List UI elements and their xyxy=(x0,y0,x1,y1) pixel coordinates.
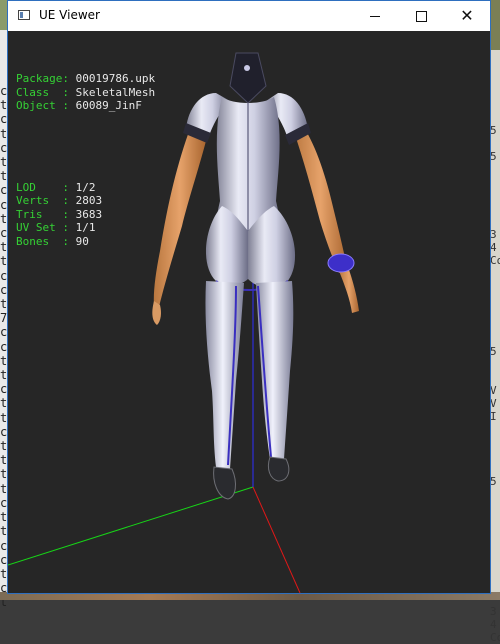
axis-y-line xyxy=(8,486,254,566)
info-separator: : xyxy=(62,99,76,112)
info-label: Class xyxy=(16,85,63,99)
info-value: 90 xyxy=(75,234,89,248)
right-forearm xyxy=(339,267,359,313)
mesh-info-overlay: Package: 00019786.upk Class : SkeletalMes… xyxy=(16,45,155,275)
right-leg xyxy=(256,281,294,459)
info-row: Tris : 3683 xyxy=(16,208,155,222)
info-label: UV Set xyxy=(16,221,63,234)
info-label: Tris xyxy=(16,207,63,221)
info-separator: : xyxy=(62,194,76,207)
right-wristband xyxy=(327,253,355,273)
info-row: UV Set : 1/1 xyxy=(16,221,155,235)
info-label: Bones xyxy=(16,234,63,248)
close-button[interactable]: ✕ xyxy=(444,1,490,31)
maximize-icon xyxy=(415,10,427,22)
maximize-button[interactable] xyxy=(398,1,444,31)
info-value: 3683 xyxy=(75,207,103,221)
info-row: LOD : 1/2 xyxy=(16,181,155,195)
left-hand xyxy=(152,301,161,325)
info-separator: : xyxy=(62,221,76,234)
collar-emblem xyxy=(244,65,250,71)
package-info-block: Package: 00019786.upk Class : SkeletalMes… xyxy=(16,72,155,113)
window-icon[interactable] xyxy=(18,10,30,20)
info-separator: : xyxy=(62,180,76,194)
info-row: Bones : 90 xyxy=(16,235,155,249)
info-value: 00019786.upk xyxy=(75,72,156,85)
ue-viewer-window: UE Viewer ✕ Package: 00019786.upk Class … xyxy=(7,0,491,594)
window-title: UE Viewer xyxy=(39,8,100,22)
info-value: 60089_JinF xyxy=(75,99,142,112)
info-row: Class : SkeletalMesh xyxy=(16,86,155,100)
collar xyxy=(229,52,267,104)
info-value: 2803 xyxy=(75,194,103,207)
mesh-stats-block: LOD : 1/2 Verts : 2803 Tris : 3683 UV Set :… xyxy=(16,181,155,249)
3d-viewport[interactable]: Package: 00019786.upk Class : SkeletalMes… xyxy=(8,31,490,593)
desktop-background-right: 5 5 3 4 Co 5 V V I 5 3 4 Co xyxy=(490,0,500,644)
info-row: Object : 60089_JinF xyxy=(16,99,155,113)
info-value: 1/2 xyxy=(75,180,96,194)
title-bar[interactable]: UE Viewer ✕ xyxy=(8,1,490,31)
left-arm xyxy=(153,126,206,307)
desktop-wallpaper-corner-right xyxy=(490,0,500,50)
info-label: Verts xyxy=(16,194,63,207)
left-shoe xyxy=(213,466,236,500)
right-arm xyxy=(293,126,348,273)
close-icon: ✕ xyxy=(460,6,474,25)
left-leg xyxy=(205,281,244,469)
info-row: Verts : 2803 xyxy=(16,194,155,208)
info-separator: : xyxy=(62,207,76,221)
background-console-text-right: 5 5 3 4 Co 5 V V I 5 3 4 Co xyxy=(490,124,500,644)
info-value: 1/1 xyxy=(75,221,96,234)
minimize-icon xyxy=(370,15,380,17)
info-label: Package xyxy=(16,72,63,85)
info-separator: : xyxy=(62,72,76,85)
info-separator: : xyxy=(62,85,76,99)
axis-x-line xyxy=(252,486,301,593)
info-value: SkeletalMesh xyxy=(75,85,156,99)
info-label: LOD xyxy=(16,180,63,194)
right-shoe xyxy=(267,456,290,482)
info-label: Object xyxy=(16,99,63,112)
info-separator: : xyxy=(62,234,76,248)
info-row: Package: 00019786.upk xyxy=(16,72,155,86)
minimize-button[interactable] xyxy=(352,1,398,31)
